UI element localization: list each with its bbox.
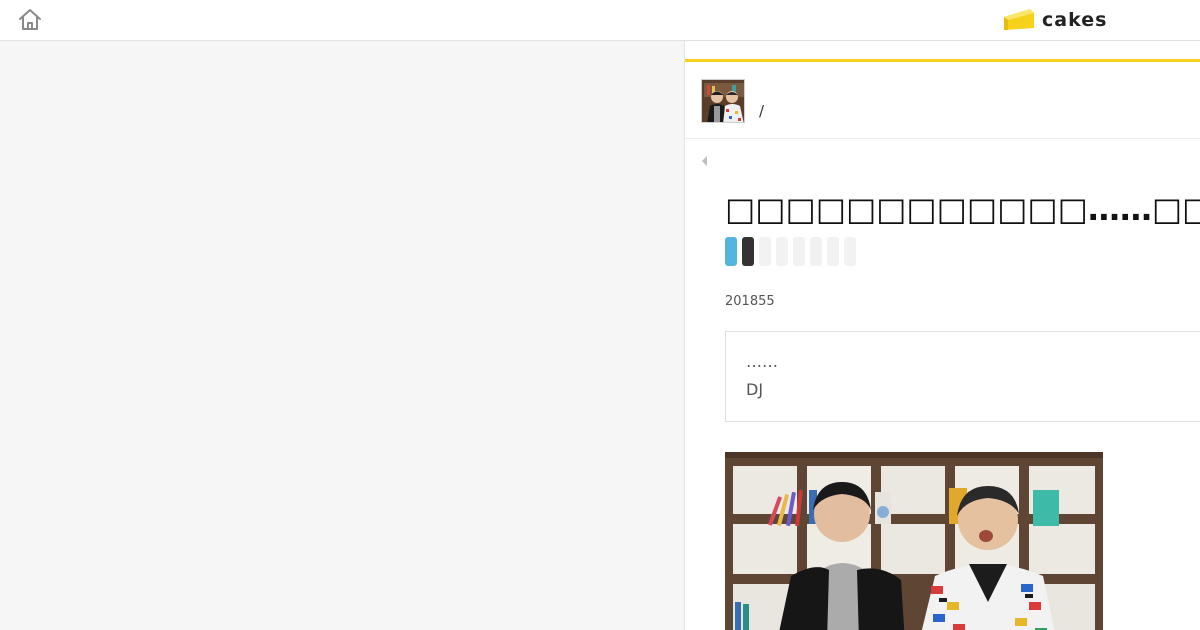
author-avatar[interactable] [701, 79, 745, 123]
share-button[interactable] [776, 237, 788, 266]
share-button[interactable] [827, 237, 839, 266]
twitter-share-button[interactable] [725, 237, 737, 266]
share-button[interactable] [759, 237, 771, 266]
brand-name: cakes [1042, 9, 1108, 31]
lead-line: …… [746, 352, 778, 371]
share-buttons [725, 237, 856, 267]
left-empty-pane [0, 41, 684, 630]
article-pane: / □□□□□□□□□□□□……□□□□□□□□□□□ 201855 …… DJ [684, 41, 1200, 630]
cake-slice-icon [1004, 9, 1034, 30]
share-button[interactable] [810, 237, 822, 266]
home-icon[interactable] [17, 8, 43, 32]
share-button[interactable] [742, 237, 754, 266]
author-separator: / [759, 102, 765, 120]
share-button[interactable] [793, 237, 805, 266]
share-button[interactable] [844, 237, 856, 266]
article-photo [725, 452, 1103, 630]
lead-summary-box: …… DJ [725, 331, 1200, 422]
article-title: □□□□□□□□□□□□……□□□□□□□□□□□ [725, 190, 1200, 228]
top-navigation-bar: cakes [0, 0, 1200, 41]
brand-logo-link[interactable]: cakes [1003, 6, 1107, 34]
author-row: / [685, 62, 1200, 139]
lead-line: DJ [746, 380, 764, 399]
publish-date: 201855 [725, 294, 775, 309]
caret-left-icon[interactable] [700, 152, 710, 166]
